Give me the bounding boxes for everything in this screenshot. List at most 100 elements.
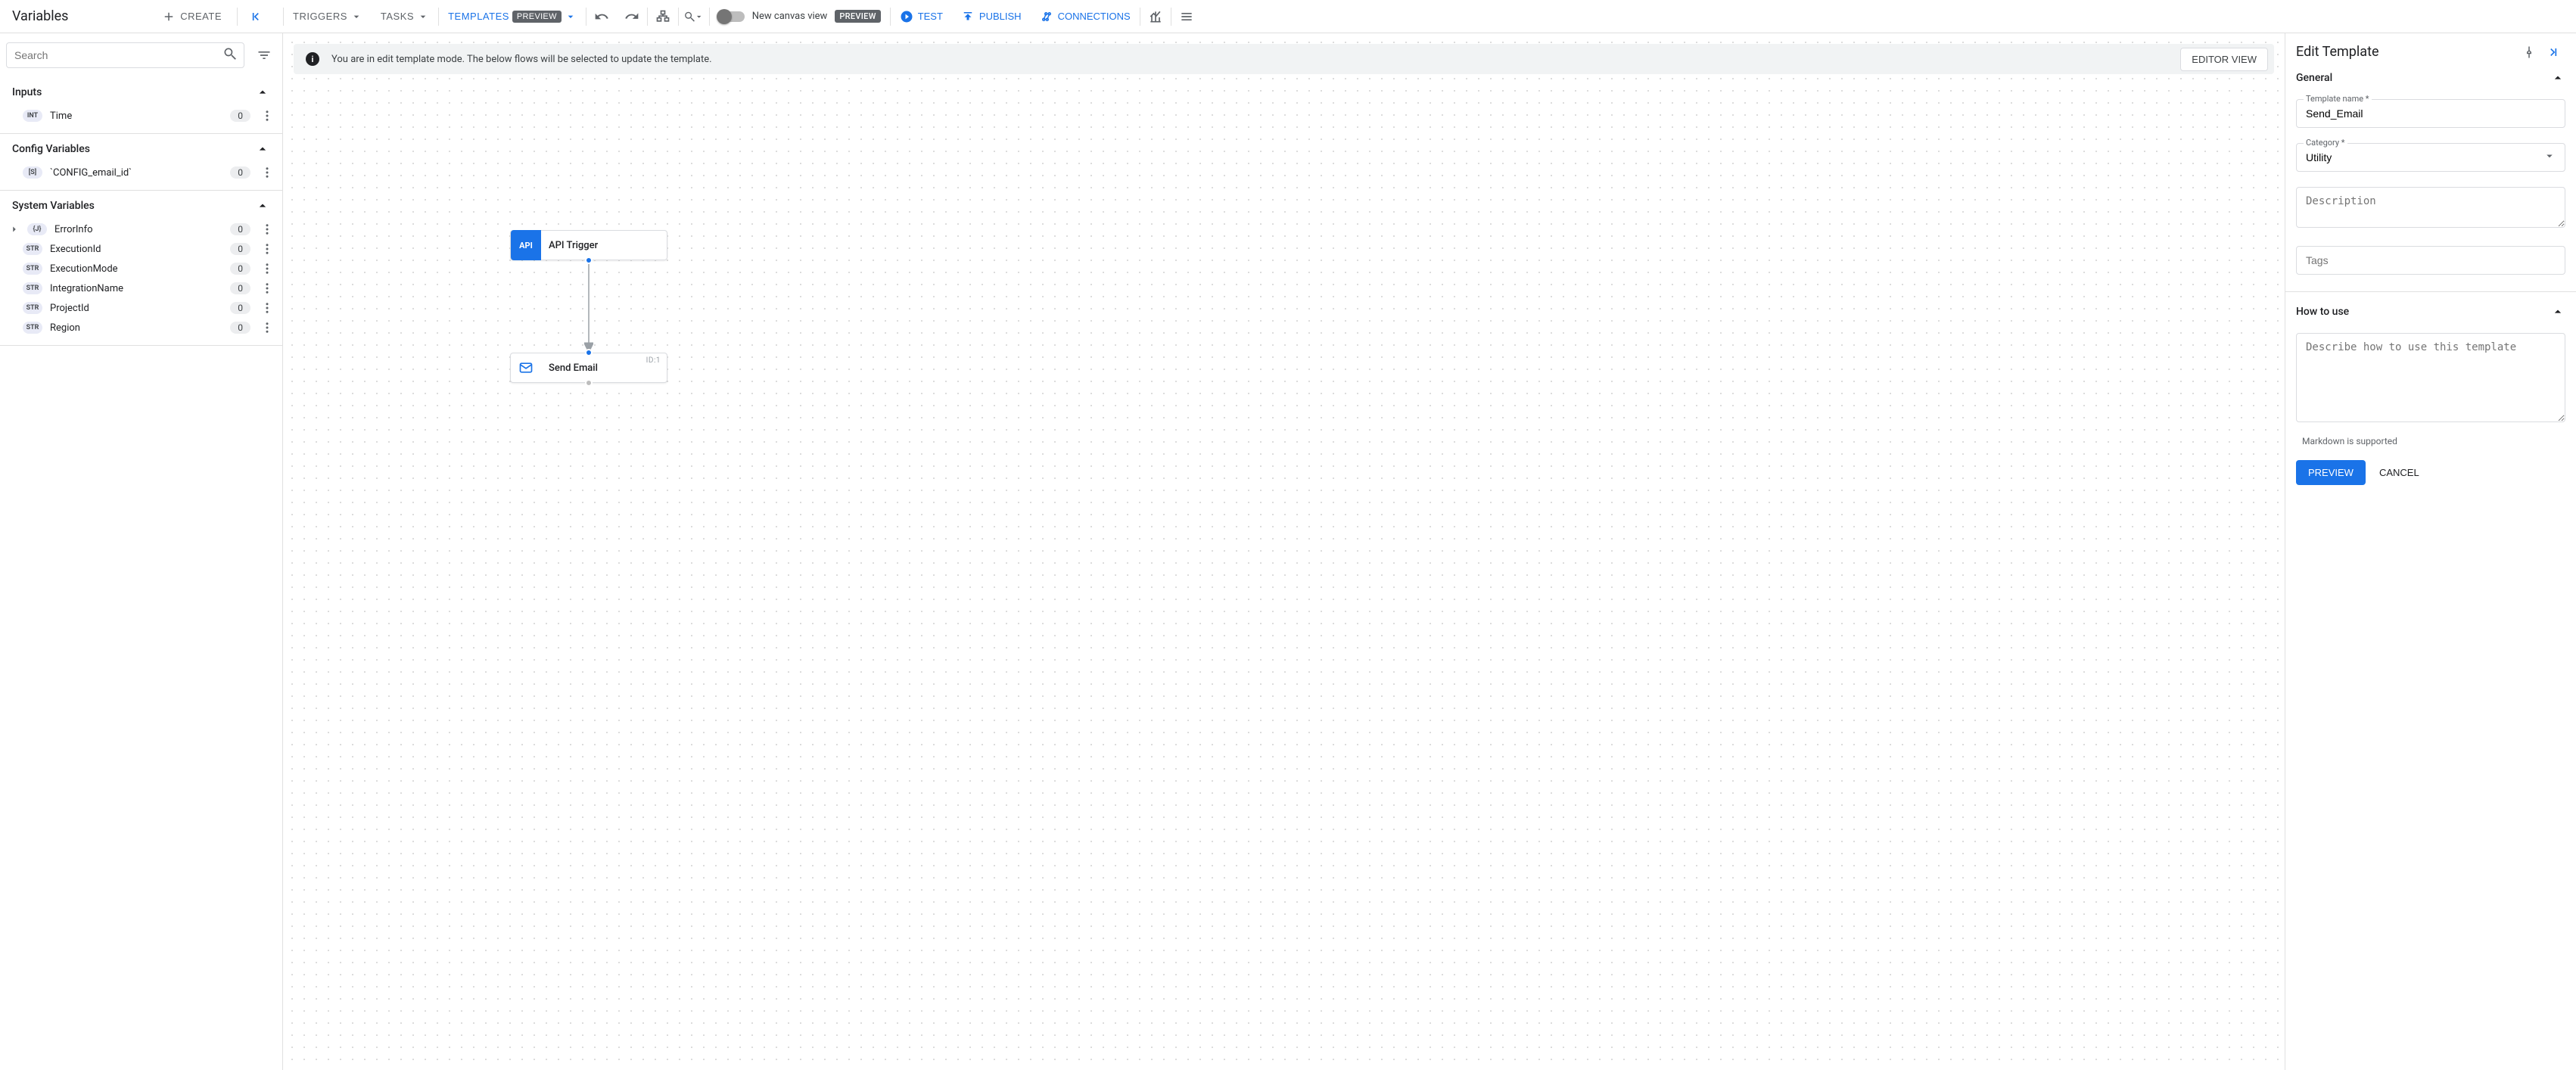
preview-button[interactable]: PREVIEW [2296, 460, 2366, 485]
chevron-up-icon [255, 85, 270, 100]
variable-row[interactable]: {J} ErrorInfo 0 [0, 219, 282, 239]
expand-right-icon [2546, 45, 2561, 60]
more-button[interactable] [258, 321, 276, 334]
triggers-label: TRIGGERS [293, 11, 347, 22]
more-button[interactable] [258, 281, 276, 295]
search-input[interactable] [13, 48, 222, 62]
port-out[interactable] [585, 379, 593, 387]
publish-button[interactable]: PUBLISH [952, 0, 1031, 33]
canvas[interactable]: i You are in edit template mode. The bel… [283, 33, 2285, 1070]
variable-row[interactable]: STR ExecutionMode 0 [0, 259, 282, 278]
tasks-label: TASKS [381, 11, 414, 22]
expand-button[interactable] [9, 223, 20, 235]
undo-button[interactable] [586, 0, 617, 33]
info-icon: i [306, 52, 319, 66]
port-in[interactable] [585, 349, 593, 356]
how-to-use-input[interactable] [2296, 333, 2565, 422]
variable-row[interactable]: STR IntegrationName 0 [0, 278, 282, 298]
count-chip: 0 [230, 263, 250, 275]
tasks-dropdown[interactable]: TASKS [372, 0, 438, 33]
menu-button[interactable] [1171, 0, 1202, 33]
connections-label: CONNECTIONS [1058, 11, 1131, 22]
more-button[interactable] [258, 109, 276, 123]
type-chip: STR [23, 322, 42, 334]
collapse-left-panel-button[interactable] [241, 0, 271, 33]
type-chip: STR [23, 263, 42, 275]
category-label: Category * [2304, 138, 2347, 148]
variable-row[interactable]: STR ProjectId 0 [0, 298, 282, 318]
variable-row[interactable]: STR ExecutionId 0 [0, 239, 282, 259]
variable-name: IntegrationName [50, 283, 222, 294]
cancel-button[interactable]: CANCEL [2376, 460, 2422, 485]
filter-icon [257, 48, 272, 63]
new-canvas-toggle[interactable]: New canvas view PREVIEW [710, 10, 890, 23]
test-button[interactable]: TEST [891, 0, 952, 33]
variable-row[interactable]: INT Time 0 [0, 106, 282, 133]
how-to-use-label: How to use [2296, 306, 2349, 318]
tags-input[interactable] [2296, 246, 2565, 275]
port-out[interactable] [585, 257, 593, 264]
count-chip: 0 [230, 243, 250, 255]
more-button[interactable] [258, 242, 276, 256]
templates-dropdown[interactable]: TEMPLATES PREVIEW [439, 0, 586, 33]
more-vert-icon [260, 109, 274, 123]
template-name-label: Template name * [2304, 94, 2372, 104]
publish-icon [961, 10, 975, 23]
more-vert-icon [260, 301, 274, 315]
search-icon [222, 46, 238, 64]
panel-title: Edit Template [2296, 44, 2517, 60]
config-section-header[interactable]: Config Variables [0, 134, 282, 163]
more-button[interactable] [258, 166, 276, 179]
more-button[interactable] [258, 262, 276, 275]
create-variable-button[interactable]: CREATE [157, 9, 226, 24]
caret-down-icon [694, 11, 704, 23]
more-button[interactable] [258, 222, 276, 236]
how-to-use-section-header[interactable]: How to use [2285, 301, 2576, 328]
type-chip: STR [23, 302, 42, 314]
node-id: ID:1 [646, 356, 661, 365]
redo-button[interactable] [617, 0, 647, 33]
type-chip: STR [23, 282, 42, 294]
variable-name: ErrorInfo [54, 224, 222, 235]
filter-button[interactable] [252, 48, 276, 63]
editor-view-button[interactable]: EDITOR VIEW [2180, 48, 2268, 71]
api-icon: API [511, 230, 541, 260]
type-chip: {J} [27, 223, 47, 235]
count-chip: 0 [230, 110, 250, 122]
chevron-up-icon [2550, 70, 2565, 86]
redo-icon [624, 9, 639, 24]
more-button[interactable] [258, 301, 276, 315]
variables-panel: Inputs INT Time 0 Config Variables [S] `… [0, 33, 283, 1070]
triggers-dropdown[interactable]: TRIGGERS [284, 0, 372, 33]
inputs-section-header[interactable]: Inputs [0, 77, 282, 106]
variable-row[interactable]: STR Region 0 [0, 318, 282, 345]
system-section-header[interactable]: System Variables [0, 191, 282, 219]
template-mode-banner: i You are in edit template mode. The bel… [294, 44, 2274, 74]
chevron-right-icon [9, 223, 20, 235]
play-circle-icon [900, 10, 913, 23]
zoom-button[interactable] [679, 0, 709, 33]
analytics-button[interactable] [1140, 0, 1171, 33]
new-canvas-label: New canvas view [752, 11, 828, 22]
variable-name: Region [50, 322, 222, 334]
variable-name: Time [50, 110, 222, 122]
variable-name: ExecutionMode [50, 263, 222, 275]
layout-button[interactable] [648, 0, 678, 33]
pin-button[interactable] [2517, 45, 2541, 59]
caret-down-icon [565, 11, 577, 23]
count-chip: 0 [230, 302, 250, 314]
node-api-trigger[interactable]: API API Trigger [510, 230, 667, 260]
edit-template-panel: Edit Template General Template name * Ca… [2285, 33, 2576, 1070]
banner-message: You are in edit template mode. The below… [331, 54, 2168, 65]
create-label: CREATE [180, 11, 222, 22]
menu-icon [1179, 9, 1194, 24]
description-input[interactable] [2296, 187, 2565, 228]
connections-button[interactable]: CONNECTIONS [1031, 0, 1140, 33]
mail-icon [511, 353, 541, 383]
node-label: API Trigger [549, 240, 598, 251]
general-section-header[interactable]: General [2285, 67, 2576, 95]
expand-panel-button[interactable] [2541, 45, 2565, 60]
search-input-wrapper[interactable] [6, 42, 244, 68]
node-send-email[interactable]: Send Email ID:1 [510, 353, 667, 383]
variable-row[interactable]: [S] `CONFIG_email_id` 0 [0, 163, 282, 190]
